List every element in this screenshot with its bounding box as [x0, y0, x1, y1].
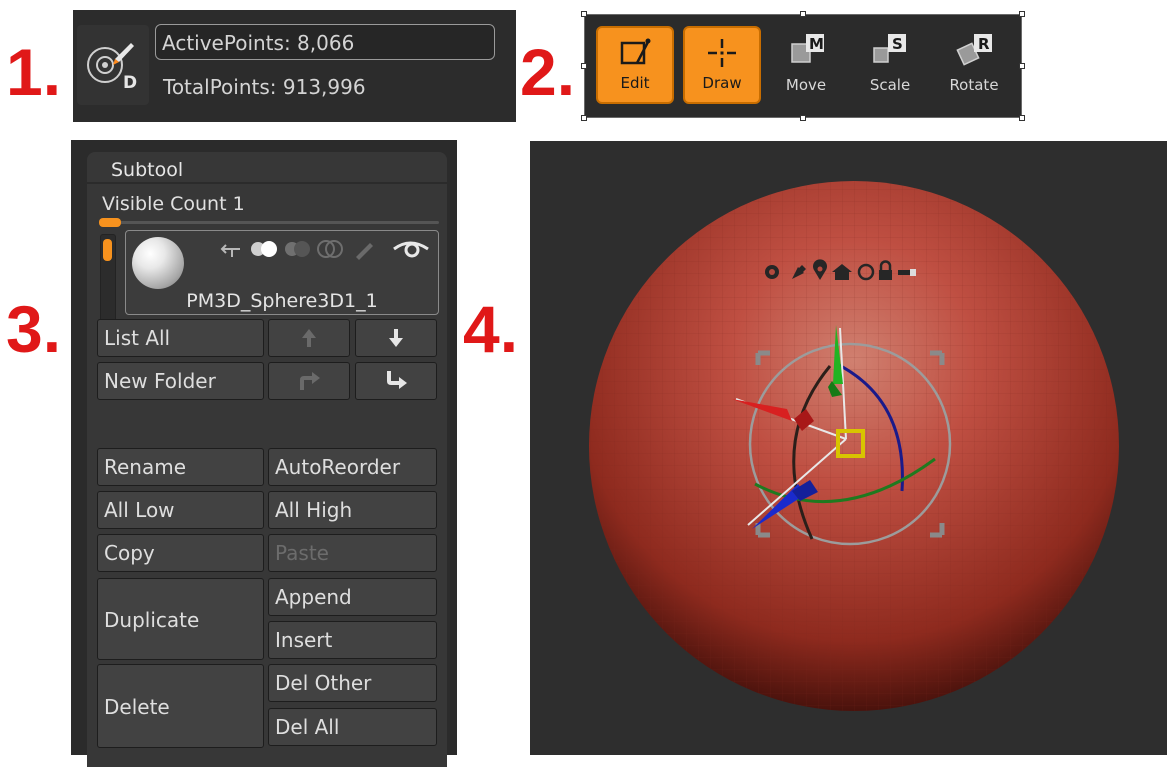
- del-other-button[interactable]: Del Other: [268, 664, 437, 702]
- step-label-4: 4.: [463, 292, 519, 366]
- toggle-on-icon[interactable]: [251, 241, 277, 257]
- paste-button[interactable]: Paste: [268, 534, 437, 572]
- draw-mode-letter: D: [123, 73, 137, 93]
- all-low-button[interactable]: All Low: [97, 491, 264, 529]
- arrow-down-icon: [389, 329, 403, 347]
- move-button[interactable]: M Move: [767, 26, 845, 104]
- selection-handle[interactable]: [581, 11, 587, 17]
- scale-button[interactable]: S Scale: [851, 26, 929, 104]
- selection-handle[interactable]: [1019, 11, 1025, 17]
- move-button-label: Move: [785, 76, 827, 94]
- rename-button[interactable]: Rename: [97, 448, 264, 486]
- slider-handle[interactable]: [99, 218, 121, 227]
- selection-handle[interactable]: [800, 115, 806, 121]
- rotate-button[interactable]: R Rotate: [935, 26, 1013, 104]
- new-folder-button[interactable]: New Folder: [97, 362, 264, 400]
- draw-mode-icon[interactable]: D: [77, 25, 149, 105]
- selection-handle[interactable]: [800, 11, 806, 17]
- del-all-button[interactable]: Del All: [268, 708, 437, 746]
- auto-reorder-button[interactable]: AutoReorder: [268, 448, 437, 486]
- draw-icon: [708, 39, 736, 67]
- polyframe-icon[interactable]: [317, 240, 343, 258]
- insert-button[interactable]: Insert: [268, 621, 437, 659]
- scale-badge: S: [892, 35, 903, 53]
- move-icon: M: [791, 34, 824, 63]
- gear-icon[interactable]: [765, 265, 779, 279]
- curved-arrow-down-right-icon: [387, 371, 407, 389]
- delete-button[interactable]: Delete: [97, 664, 264, 748]
- scale-button-label: Scale: [869, 76, 911, 94]
- move-up-button[interactable]: [268, 319, 350, 357]
- selection-handle[interactable]: [1019, 115, 1025, 121]
- list-all-button[interactable]: List All: [97, 319, 264, 357]
- selection-handle[interactable]: [581, 63, 587, 69]
- brush-icon[interactable]: [356, 243, 373, 260]
- selection-handle[interactable]: [1019, 63, 1025, 69]
- edit-button[interactable]: Edit: [596, 26, 674, 104]
- transform-toolbar: Edit Draw M Move S Scale R Rotate: [584, 14, 1022, 118]
- move-down-button[interactable]: [355, 319, 437, 357]
- subtool-palette: Subtool Visible Count 1 PM3D_Sphere3D1_1: [71, 140, 457, 767]
- eye-icon[interactable]: [393, 241, 429, 258]
- draw-button-label: Draw: [702, 74, 742, 92]
- scrollbar-thumb[interactable]: [103, 239, 112, 261]
- subtool-title-bar: [87, 182, 447, 184]
- rotate-badge: R: [978, 35, 990, 53]
- sphere-mesh[interactable]: [589, 181, 1119, 711]
- copy-button[interactable]: Copy: [97, 534, 264, 572]
- curved-arrow-right-icon: [300, 372, 320, 390]
- active-points-field: ActivePoints: 8,066: [155, 24, 495, 60]
- step-label-2: 2.: [520, 35, 576, 109]
- subtool-item-name: PM3D_Sphere3D1_1: [186, 290, 378, 312]
- rotate-icon: R: [956, 34, 992, 66]
- viewport[interactable]: [530, 141, 1167, 755]
- move-in-button[interactable]: [268, 362, 350, 400]
- subtool-list-scrollbar[interactable]: [100, 234, 116, 326]
- total-points-text: TotalPoints: 913,996: [163, 75, 366, 99]
- visible-count-slider[interactable]: [99, 218, 439, 228]
- sphere-thumbnail: [132, 237, 184, 289]
- draw-button[interactable]: Draw: [683, 26, 761, 104]
- arrow-icon[interactable]: [220, 244, 240, 257]
- append-button[interactable]: Append: [268, 578, 437, 616]
- slider-icon[interactable]: [898, 269, 916, 276]
- all-high-button[interactable]: All High: [268, 491, 437, 529]
- toggle-off-icon[interactable]: [285, 241, 310, 257]
- move-out-button[interactable]: [355, 362, 437, 400]
- subtool-item[interactable]: PM3D_Sphere3D1_1: [125, 230, 439, 315]
- visible-count-label: Visible Count 1: [102, 193, 245, 215]
- subtool-palette-body: Subtool Visible Count 1 PM3D_Sphere3D1_1: [87, 152, 447, 767]
- step-label-3: 3.: [6, 292, 62, 366]
- arrow-up-icon: [302, 329, 316, 347]
- step-label-1: 1.: [6, 35, 62, 109]
- edit-button-label: Edit: [620, 74, 650, 92]
- duplicate-button[interactable]: Duplicate: [97, 578, 264, 660]
- selection-handle[interactable]: [581, 115, 587, 121]
- move-badge: M: [809, 35, 824, 53]
- subtool-title[interactable]: Subtool: [111, 158, 183, 182]
- rotate-button-label: Rotate: [949, 76, 999, 94]
- edit-icon: [620, 38, 651, 65]
- points-panel: D ActivePoints: 8,066 TotalPoints: 913,9…: [73, 10, 516, 122]
- scale-icon: S: [873, 34, 906, 63]
